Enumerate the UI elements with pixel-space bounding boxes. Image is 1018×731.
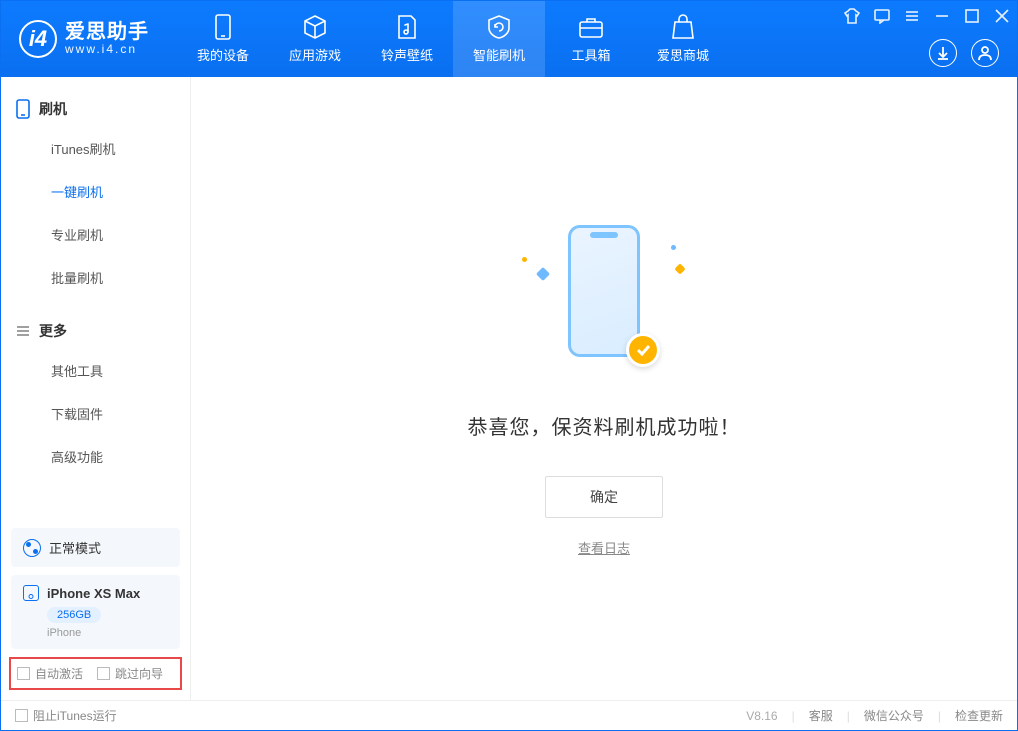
tab-store[interactable]: 爱思商城	[637, 1, 729, 77]
header-right-icons	[929, 39, 999, 67]
window-controls	[843, 7, 1011, 25]
sidebar-group-more: 更多	[1, 313, 190, 349]
app-subtitle: www.i4.cn	[65, 43, 149, 56]
sidebar-item-advanced[interactable]: 高级功能	[1, 435, 190, 478]
checkbox-auto-activate[interactable]: 自动激活	[17, 665, 83, 682]
version-label: V8.16	[746, 709, 777, 723]
maximize-button[interactable]	[963, 7, 981, 25]
device-type: iPhone	[23, 627, 168, 639]
ok-button[interactable]: 确定	[545, 476, 663, 518]
checkbox-icon	[97, 667, 110, 680]
sidebar-item-oneclick-flash[interactable]: 一键刷机	[1, 170, 190, 213]
shirt-icon[interactable]	[843, 7, 861, 25]
status-bar: 阻止iTunes运行 V8.16 | 客服 | 微信公众号 | 检查更新	[1, 700, 1017, 730]
sidebar-item-download-firmware[interactable]: 下载固件	[1, 392, 190, 435]
mode-label: 正常模式	[49, 538, 101, 557]
app-logo: i4 爱思助手 www.i4.cn	[1, 20, 167, 58]
sidebar-group-flash: 刷机	[1, 91, 190, 127]
tab-toolbox[interactable]: 工具箱	[545, 1, 637, 77]
feedback-icon[interactable]	[873, 7, 891, 25]
options-row-highlighted: 自动激活 跳过向导	[9, 657, 182, 690]
app-title: 爱思助手	[65, 21, 149, 43]
success-message: 恭喜您，保资料刷机成功啦！	[468, 411, 741, 440]
tab-ringtones[interactable]: 铃声壁纸	[361, 1, 453, 77]
briefcase-icon	[578, 14, 604, 40]
check-badge-icon	[626, 333, 660, 367]
phone-icon	[210, 14, 236, 40]
main-tabs: 我的设备 应用游戏 铃声壁纸 智能刷机 工具箱 爱思商城	[177, 1, 729, 77]
checkbox-block-itunes[interactable]: 阻止iTunes运行	[15, 707, 117, 724]
shopping-bag-icon	[670, 14, 696, 40]
sidebar: 刷机 iTunes刷机 一键刷机 专业刷机 批量刷机 更多 其他工具 下载固件 …	[1, 77, 191, 700]
main-content: 恭喜您，保资料刷机成功啦！ 确定 查看日志	[191, 77, 1017, 700]
success-illustration	[504, 221, 704, 381]
sidebar-item-pro-flash[interactable]: 专业刷机	[1, 213, 190, 256]
close-button[interactable]	[993, 7, 1011, 25]
sidebar-item-batch-flash[interactable]: 批量刷机	[1, 256, 190, 299]
check-update-link[interactable]: 检查更新	[955, 707, 1003, 724]
menu-icon[interactable]	[903, 7, 921, 25]
device-icon	[23, 585, 39, 601]
music-file-icon	[394, 14, 420, 40]
support-link[interactable]: 客服	[809, 707, 833, 724]
checkbox-icon	[15, 709, 28, 722]
device-name: iPhone XS Max	[47, 586, 140, 601]
checkbox-skip-guide[interactable]: 跳过向导	[97, 665, 163, 682]
device-storage-badge: 256GB	[47, 607, 101, 623]
logo-icon: i4	[19, 20, 57, 58]
user-button[interactable]	[971, 39, 999, 67]
mode-icon	[23, 539, 41, 557]
wechat-link[interactable]: 微信公众号	[864, 707, 924, 724]
tab-flash[interactable]: 智能刷机	[453, 1, 545, 77]
list-icon	[15, 323, 31, 339]
checkbox-icon	[17, 667, 30, 680]
download-button[interactable]	[929, 39, 957, 67]
sidebar-item-itunes-flash[interactable]: iTunes刷机	[1, 127, 190, 170]
phone-outline-icon	[15, 99, 31, 119]
mode-card[interactable]: 正常模式	[11, 528, 180, 567]
view-log-link[interactable]: 查看日志	[578, 538, 630, 557]
tab-my-device[interactable]: 我的设备	[177, 1, 269, 77]
sidebar-item-other-tools[interactable]: 其他工具	[1, 349, 190, 392]
refresh-shield-icon	[486, 14, 512, 40]
minimize-button[interactable]	[933, 7, 951, 25]
tab-apps[interactable]: 应用游戏	[269, 1, 361, 77]
cube-icon	[302, 14, 328, 40]
app-header: i4 爱思助手 www.i4.cn 我的设备 应用游戏 铃声壁纸 智能刷机 工具…	[1, 1, 1017, 77]
device-card[interactable]: iPhone XS Max 256GB iPhone	[11, 575, 180, 649]
